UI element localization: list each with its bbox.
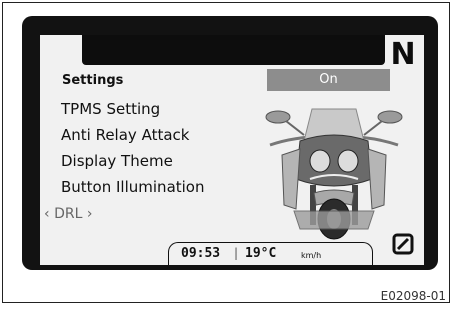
menu-item-button-illumination[interactable]: Button Illumination: [61, 178, 205, 196]
top-status-bar: [82, 35, 385, 65]
menu-item-anti-relay-attack[interactable]: Anti Relay Attack: [61, 126, 189, 144]
menu-item-tpms[interactable]: TPMS Setting: [61, 100, 160, 118]
figure-reference: E02098-01: [380, 289, 446, 303]
zero-icon: [392, 233, 414, 255]
clock: 09:53: [181, 246, 221, 261]
gear-indicator: N: [390, 37, 416, 72]
menu-item-display-theme[interactable]: Display Theme: [61, 152, 173, 170]
status-separator: |: [234, 246, 239, 260]
current-menu-item-label: DRL: [54, 206, 83, 222]
bottom-status-bar: 09:53 | 19°C km/h: [168, 242, 373, 265]
chevron-left-icon[interactable]: ‹: [44, 206, 50, 222]
setting-value-box[interactable]: On: [267, 69, 390, 91]
chevron-right-icon[interactable]: ›: [87, 206, 93, 222]
motorcycle-image: [265, 108, 403, 240]
menu-title: Settings: [62, 73, 124, 88]
speed-unit: km/h: [301, 251, 322, 260]
dashboard-screen: N Settings TPMS Setting Anti Relay Attac…: [40, 35, 424, 265]
ambient-temperature: 19°C: [245, 246, 277, 261]
current-menu-item[interactable]: ‹ DRL ›: [44, 206, 92, 222]
